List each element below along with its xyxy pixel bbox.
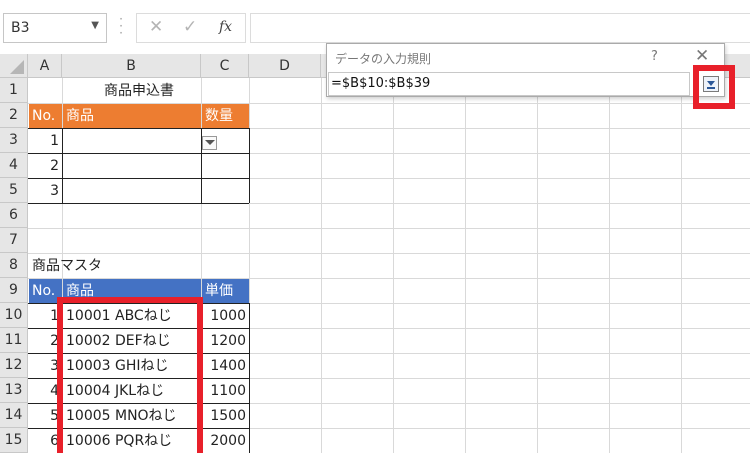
name-box[interactable]: B3 ▼: [3, 13, 107, 43]
row-header-15[interactable]: 15: [0, 428, 28, 453]
chevron-down-icon[interactable]: ▼: [91, 20, 99, 31]
row-header-12[interactable]: 12: [0, 353, 28, 378]
column-header-d[interactable]: D: [249, 54, 321, 78]
gridline: [681, 78, 682, 453]
row-header-10[interactable]: 10: [0, 303, 28, 328]
gridline: [321, 78, 322, 453]
drag-handle-icon[interactable]: · · ·: [116, 13, 126, 39]
select-all-button[interactable]: [0, 54, 28, 78]
row-header-9[interactable]: 9: [0, 278, 28, 303]
order-row-no[interactable]: 2: [29, 154, 62, 178]
row-header-8[interactable]: 8: [0, 253, 28, 278]
close-icon[interactable]: ✕: [695, 46, 709, 66]
master-row-price[interactable]: 1500: [202, 404, 249, 428]
row-header-1[interactable]: 1: [0, 78, 28, 103]
column-header-a[interactable]: A: [28, 54, 62, 78]
order-header-no[interactable]: No.: [29, 104, 62, 128]
insert-function-icon[interactable]: fx: [219, 19, 232, 35]
list-dropdown-button[interactable]: [202, 136, 217, 150]
master-title[interactable]: 商品マスタ: [29, 254, 149, 278]
table-border: [62, 128, 63, 203]
row-header-13[interactable]: 13: [0, 378, 28, 403]
master-row-price[interactable]: 1100: [202, 379, 249, 403]
row-header-7[interactable]: 7: [0, 228, 28, 253]
confirm-icon[interactable]: ✓: [183, 17, 197, 37]
chevron-down-icon: [205, 140, 215, 145]
gridline: [465, 78, 466, 453]
gridline: [537, 78, 538, 453]
row-header-6[interactable]: 6: [0, 203, 28, 228]
row-header-11[interactable]: 11: [0, 328, 28, 353]
gridline: [609, 78, 610, 453]
highlight-box: [693, 65, 735, 109]
name-box-value: B3: [11, 20, 30, 36]
order-form-title[interactable]: 商品申込書: [29, 79, 249, 103]
dialog-title: データの入力規則: [335, 52, 432, 66]
order-header-product[interactable]: 商品: [63, 104, 201, 128]
gridline: [28, 228, 750, 229]
master-row-price[interactable]: 1000: [202, 304, 249, 328]
row-header-3[interactable]: 3: [0, 128, 28, 153]
order-row-no[interactable]: 3: [29, 179, 62, 203]
table-border: [28, 203, 249, 204]
row-header-5[interactable]: 5: [0, 178, 28, 203]
column-header-c[interactable]: C: [201, 54, 249, 78]
help-icon[interactable]: ?: [651, 49, 658, 64]
formula-buttons: ✕ ✓ fx: [136, 13, 246, 43]
row-header-2[interactable]: 2: [0, 103, 28, 128]
column-header-b[interactable]: B: [62, 54, 201, 78]
order-header-qty[interactable]: 数量: [202, 104, 249, 128]
order-row-no[interactable]: 1: [29, 129, 62, 153]
cancel-icon[interactable]: ✕: [149, 17, 163, 37]
table-border: [249, 303, 250, 453]
gridline: [393, 78, 394, 453]
master-row-price[interactable]: 2000: [202, 429, 249, 453]
master-row-price[interactable]: 1400: [202, 354, 249, 378]
source-range-input[interactable]: =$B$10:$B$39: [328, 72, 690, 96]
master-header-price[interactable]: 単価: [202, 279, 249, 303]
formula-input[interactable]: [250, 13, 750, 43]
table-border: [249, 128, 250, 203]
master-row-price[interactable]: 1200: [202, 329, 249, 353]
highlight-box: [57, 297, 203, 453]
data-validation-dialog: データの入力規則 ? ✕ =$B$10:$B$39: [326, 43, 725, 97]
row-header-4[interactable]: 4: [0, 153, 28, 178]
row-header-14[interactable]: 14: [0, 403, 28, 428]
